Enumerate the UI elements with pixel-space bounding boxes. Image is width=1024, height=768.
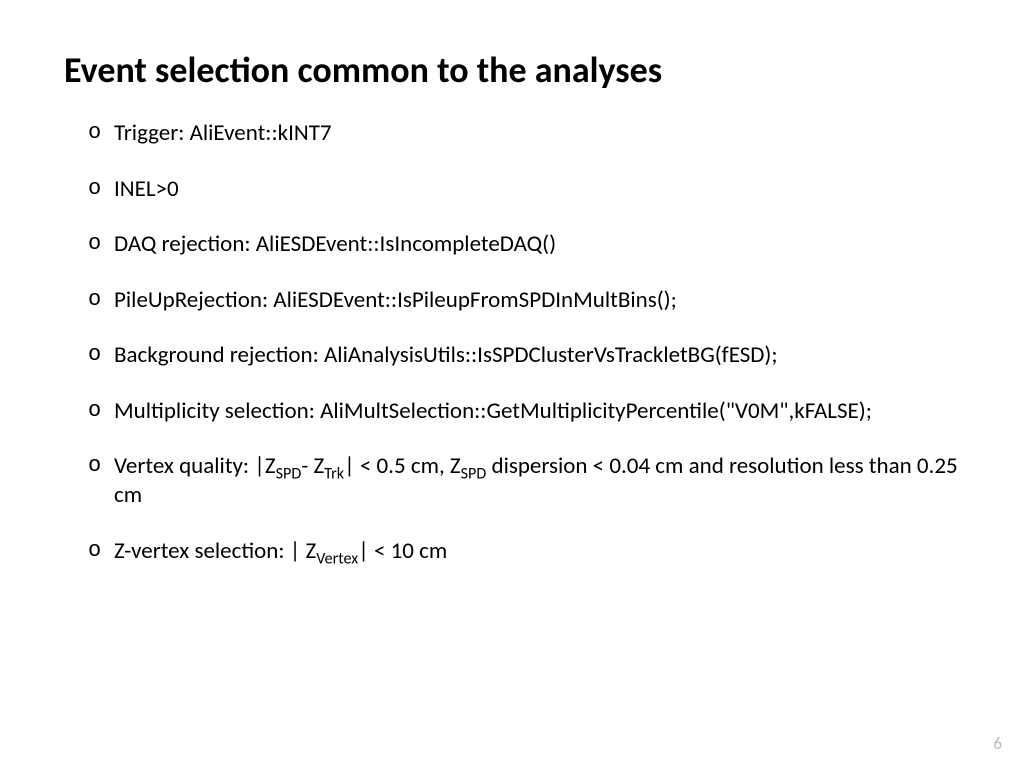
list-item: Multiplicity selection: AliMultSelection… xyxy=(88,397,960,426)
list-item: DAQ rejection: AliESDEvent::IsIncomplete… xyxy=(88,230,960,259)
list-item: Background rejection: AliAnalysisUtils::… xyxy=(88,341,960,370)
page-number: 6 xyxy=(993,733,1002,754)
list-item-text: Background rejection: AliAnalysisUtils::… xyxy=(114,341,778,369)
bullet-list: Trigger: AliEvent::kINT7 INEL>0 DAQ reje… xyxy=(64,119,960,566)
list-item: Vertex quality: |ZSPD- ZTrk| < 0.5 cm, Z… xyxy=(88,452,960,511)
slide-title: Event selection common to the analyses xyxy=(64,50,960,91)
list-item: Z-vertex selection: | ZVertex| < 10 cm xyxy=(88,537,960,566)
list-item: Trigger: AliEvent::kINT7 xyxy=(88,119,960,148)
list-item: INEL>0 xyxy=(88,175,960,204)
list-item-text: INEL>0 xyxy=(114,175,179,203)
list-item-text: PileUpRejection: AliESDEvent::IsPileupFr… xyxy=(114,286,677,314)
slide: Event selection common to the analyses T… xyxy=(0,0,1024,768)
list-item-text: Z-vertex selection: | ZVertex| < 10 cm xyxy=(114,537,447,565)
list-item-text: Vertex quality: |ZSPD- ZTrk| < 0.5 cm, Z… xyxy=(114,452,958,509)
list-item: PileUpRejection: AliESDEvent::IsPileupFr… xyxy=(88,286,960,315)
list-item-text: Multiplicity selection: AliMultSelection… xyxy=(114,397,872,425)
list-item-text: Trigger: AliEvent::kINT7 xyxy=(114,119,332,147)
list-item-text: DAQ rejection: AliESDEvent::IsIncomplete… xyxy=(114,230,556,258)
